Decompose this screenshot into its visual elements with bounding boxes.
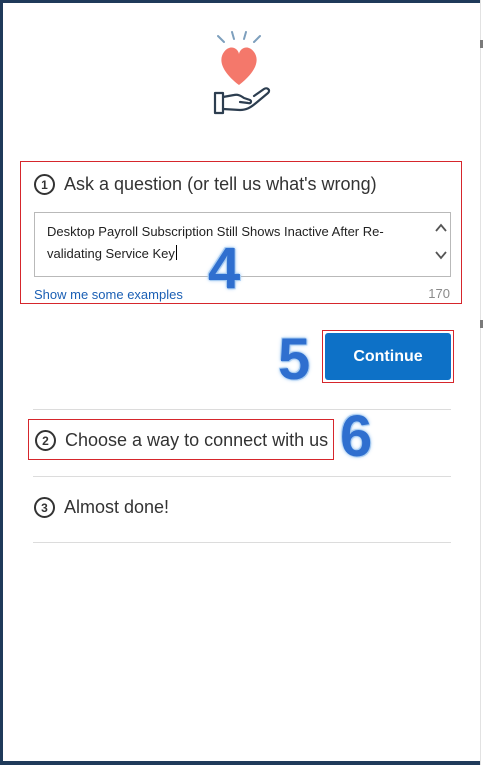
divider [33, 542, 451, 543]
character-count: 170 [428, 286, 450, 301]
step-1-header: 1 Ask a question (or tell us what's wron… [34, 174, 377, 195]
continue-button[interactable]: Continue [325, 333, 451, 380]
question-textarea[interactable]: Desktop Payroll Subscription Still Shows… [34, 212, 451, 277]
step-2-title: Choose a way to connect with us [65, 430, 329, 450]
scrollbar-edge[interactable] [480, 0, 486, 765]
step-1-title: Ask a question (or tell us what's wrong) [64, 174, 377, 194]
step-number-badge: 1 [34, 174, 55, 195]
scrollbar-tick [480, 40, 483, 48]
annotation-number: 6 [339, 404, 373, 469]
question-section: 1 Ask a question (or tell us what's wron… [20, 161, 462, 304]
annotation-number: 5 [277, 327, 311, 392]
step-number-badge: 2 [35, 430, 56, 451]
show-examples-link[interactable]: Show me some examples [34, 287, 183, 302]
step-3-header: 3 Almost done! [34, 497, 169, 518]
annotation-number: 4 [207, 236, 241, 301]
text-caret [175, 245, 177, 260]
chevron-up-icon[interactable] [434, 222, 448, 236]
step-3-title: Almost done! [64, 497, 170, 517]
divider [33, 409, 451, 410]
scrollbar-tick [480, 320, 483, 328]
chevron-down-icon[interactable] [434, 249, 448, 263]
heart-in-hand-icon [213, 31, 271, 115]
step-number-badge: 3 [34, 497, 55, 518]
divider [33, 476, 451, 477]
question-text-line-2: validating Service Key [47, 246, 175, 261]
continue-button-highlight: Continue [322, 330, 454, 383]
connect-section[interactable]: 2 Choose a way to connect with us [28, 419, 334, 460]
step-2-header: 2 Choose a way to connect with us [35, 430, 328, 451]
